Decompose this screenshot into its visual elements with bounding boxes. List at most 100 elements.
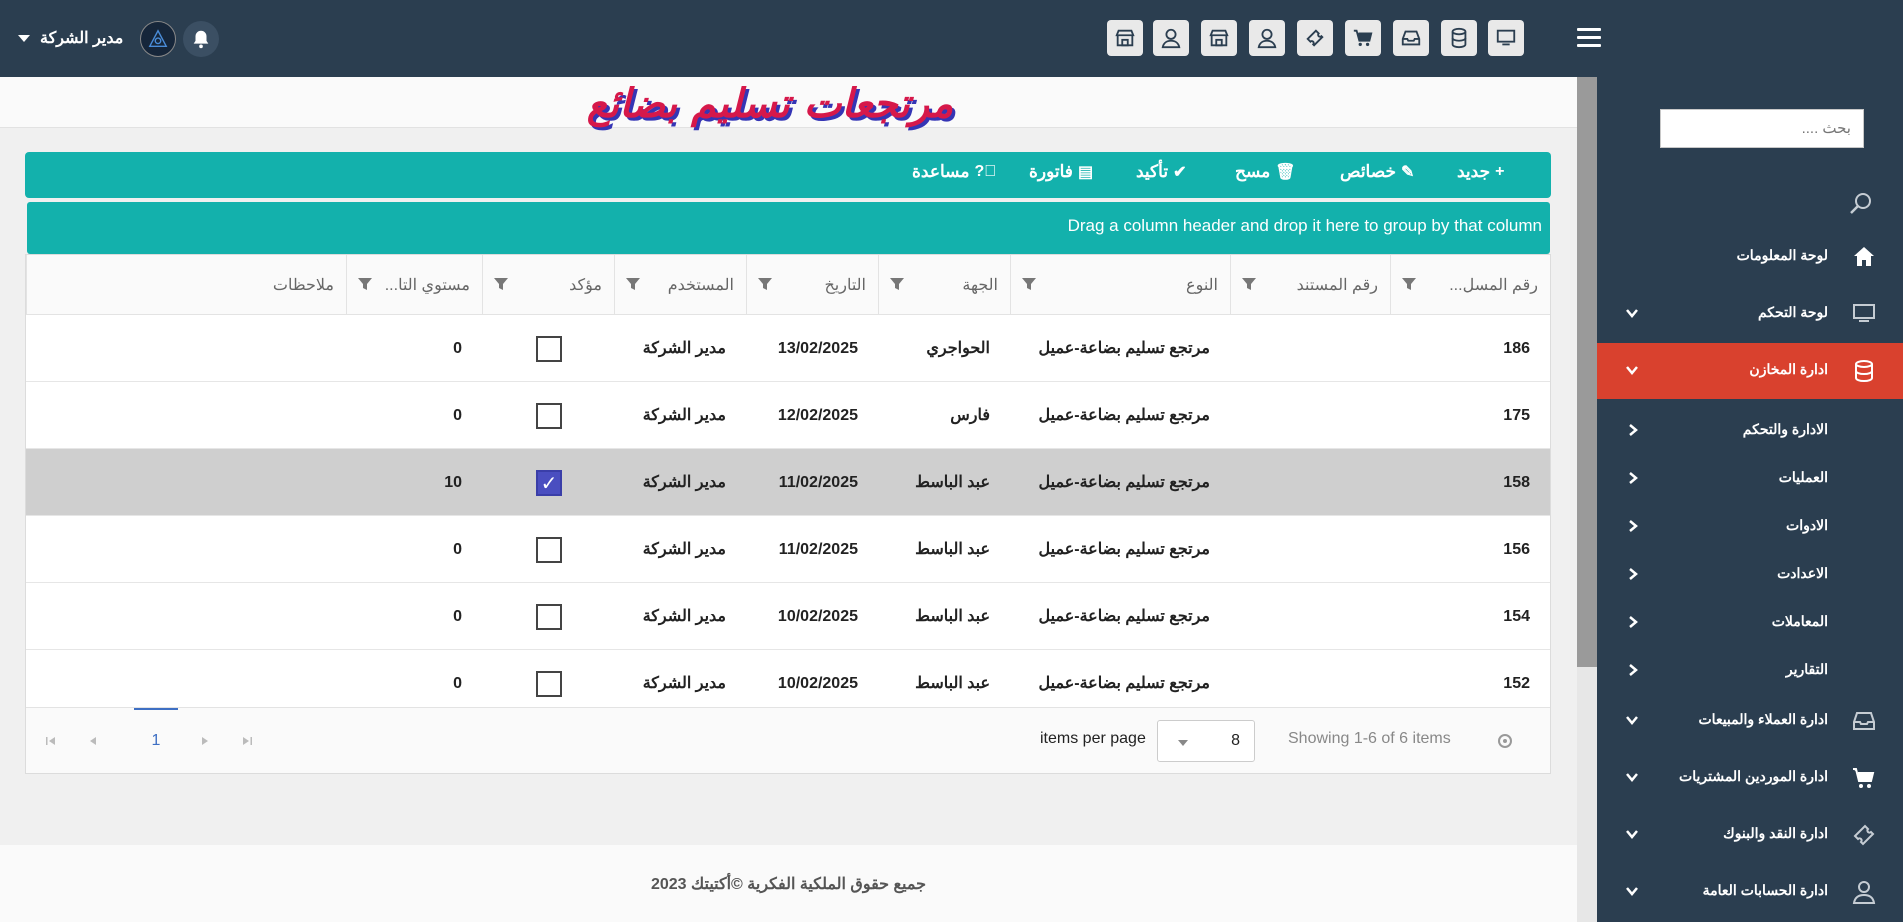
sidebar-subitem[interactable]: الادوات	[1597, 502, 1903, 550]
sidebar-item-inbox[interactable]: ادارة العملاء والمبيعات	[1597, 693, 1903, 749]
menu-toggle-button[interactable]	[1577, 28, 1601, 48]
user-menu[interactable]: مدير الشركة	[18, 18, 123, 58]
notifications-bell-icon[interactable]	[183, 21, 219, 57]
sidebar-item-cart[interactable]: ادارة الموردين المشتريات	[1597, 750, 1903, 806]
col-level-header[interactable]: مستوي التا...	[346, 255, 482, 315]
confirmed-checkbox[interactable]	[536, 671, 562, 697]
ticket-icon	[1853, 824, 1875, 846]
first-page-icon[interactable]	[44, 734, 58, 748]
col-type-header[interactable]: النوع	[1010, 255, 1230, 315]
cell-serial: 186	[1503, 340, 1530, 357]
group-by-drop-area[interactable]: Drag a column header and drop it here to…	[27, 202, 1550, 254]
filter-icon[interactable]	[625, 276, 641, 292]
sidebar-subitem[interactable]: التقارير	[1597, 646, 1903, 694]
delete-button[interactable]: 🗑 مسح	[1235, 162, 1296, 182]
sidebar-item-ticket[interactable]: ادارة النقد والبنوك	[1597, 807, 1903, 863]
table-row[interactable]: 156 مرتجع تسليم بضاعة-عميل عبد الباسط 11/02…	[26, 516, 1550, 583]
store-icon[interactable]	[1201, 20, 1237, 56]
cell-date: 11/02/2025	[778, 474, 858, 491]
confirmed-checkbox[interactable]	[536, 604, 562, 630]
col-user-header[interactable]: المستخدم	[614, 255, 746, 315]
filter-icon[interactable]	[1401, 276, 1417, 292]
sidebar-subitem[interactable]: المعاملات	[1597, 598, 1903, 646]
cart-icon[interactable]	[1345, 20, 1381, 56]
sidebar-item-label: ادارة العملاء والمبيعات	[1698, 711, 1829, 727]
sidebar-item-user[interactable]: ادارة الحسابات العامة	[1597, 864, 1903, 920]
table-row[interactable]: 154 مرتجع تسليم بضاعة-عميل عبد الباسط 10/02…	[26, 583, 1550, 650]
col-notes-header[interactable]: ملاحظات	[26, 255, 346, 315]
confirmed-checkbox[interactable]	[536, 403, 562, 429]
sidebar-item-home[interactable]: لوحة المعلومات	[1597, 229, 1903, 285]
filter-icon[interactable]	[889, 276, 905, 292]
sidebar-subitem[interactable]: العمليات	[1597, 454, 1903, 502]
col-party-header[interactable]: الجهة	[878, 255, 1010, 315]
cell-level: 0	[453, 608, 462, 625]
sidebar-item-monitor[interactable]: لوحة التحكم	[1597, 286, 1903, 342]
prev-page-icon[interactable]	[86, 734, 100, 748]
filter-icon[interactable]	[1021, 276, 1037, 292]
next-page-icon[interactable]	[198, 734, 212, 748]
new-button[interactable]: + جديد	[1457, 162, 1504, 182]
grid-header: رقم المسل... رقم المستند النوع الجهة التاريخ…	[26, 255, 1550, 315]
sidebar-subitem[interactable]: الاعدادت	[1597, 550, 1903, 598]
sidebar-item-database[interactable]: ادارة المخازن	[1597, 343, 1903, 399]
confirmed-checkbox[interactable]	[536, 537, 562, 563]
filter-icon[interactable]	[493, 276, 509, 292]
filter-icon[interactable]	[357, 276, 373, 292]
column-header-label: النوع	[1186, 277, 1218, 294]
chevron-down-icon	[1626, 716, 1638, 725]
cell-doc	[1230, 516, 1390, 583]
page-number-current[interactable]: 1	[134, 708, 178, 774]
page-size-value: 8	[1231, 732, 1240, 749]
cell-serial: 154	[1503, 608, 1530, 625]
company-logo-avatar	[140, 21, 176, 57]
col-serial-header[interactable]: رقم المسل...	[1390, 255, 1550, 315]
confirm-button[interactable]: ✔ تأكيد	[1136, 162, 1186, 182]
search-icon[interactable]	[1848, 190, 1874, 216]
cell-party: عبد الباسط	[915, 541, 990, 558]
store-icon[interactable]	[1107, 20, 1143, 56]
sidebar-subitem[interactable]: الادارة والتحكم	[1597, 406, 1903, 454]
page-size-select[interactable]: 8	[1157, 720, 1255, 762]
user-icon[interactable]	[1153, 20, 1189, 56]
delete-button-label: مسح	[1235, 162, 1271, 181]
cell-level: 0	[453, 541, 462, 558]
table-row[interactable]: 158 مرتجع تسليم بضاعة-عميل عبد الباسط 11/02…	[26, 449, 1550, 516]
filter-icon[interactable]	[1241, 276, 1257, 292]
grid-pager: 1 items per page 8 Showing 1-6 of 6 item…	[26, 707, 1550, 773]
column-header-label: مؤكد	[569, 277, 602, 294]
cell-serial: 175	[1503, 407, 1530, 424]
cell-type: مرتجع تسليم بضاعة-عميل	[1038, 608, 1210, 625]
table-row[interactable]: 186 مرتجع تسليم بضاعة-عميل الحواجري 13/02/2…	[26, 315, 1550, 382]
chevron-down-icon	[1626, 830, 1638, 839]
sidebar-subitem-label: الادارة والتحكم	[1742, 421, 1828, 437]
column-header-label: رقم المستند	[1296, 277, 1378, 294]
scrollbar-thumb[interactable]	[1577, 77, 1597, 667]
properties-button[interactable]: ✎ خصائص	[1340, 162, 1414, 182]
invoice-button[interactable]: ▤ فاتورة	[1029, 162, 1093, 182]
check-icon: ✔	[1173, 164, 1187, 181]
confirmed-checkbox[interactable]	[536, 336, 562, 362]
refresh-icon[interactable]	[1496, 732, 1514, 750]
col-confirmed-header[interactable]: مؤكد	[482, 255, 614, 315]
chevron-left-icon	[1629, 520, 1638, 532]
cell-doc	[1230, 382, 1390, 449]
table-row[interactable]: 175 مرتجع تسليم بضاعة-عميل فارس 12/02/2025 م…	[26, 382, 1550, 449]
confirmed-checkbox[interactable]: ✓	[536, 470, 562, 496]
last-page-icon[interactable]	[240, 734, 254, 748]
col-document-number-header[interactable]: رقم المستند	[1230, 255, 1390, 315]
chevron-left-icon	[1629, 472, 1638, 484]
filter-icon[interactable]	[757, 276, 773, 292]
data-grid: رقم المسل... رقم المستند النوع الجهة التاريخ…	[25, 254, 1551, 774]
database-icon[interactable]	[1441, 20, 1477, 56]
sidebar-search-input[interactable]	[1660, 109, 1864, 148]
monitor-icon[interactable]	[1488, 20, 1524, 56]
col-date-header[interactable]: التاريخ	[746, 255, 878, 315]
ticket-icon[interactable]	[1297, 20, 1333, 56]
top-bar	[0, 0, 1903, 77]
help-button[interactable]: ?⃝ مساعدة	[912, 162, 996, 182]
cell-party: عبد الباسط	[915, 608, 990, 625]
items-per-page-label: items per page	[1040, 730, 1146, 747]
inbox-icon[interactable]	[1393, 20, 1429, 56]
user-icon[interactable]	[1249, 20, 1285, 56]
